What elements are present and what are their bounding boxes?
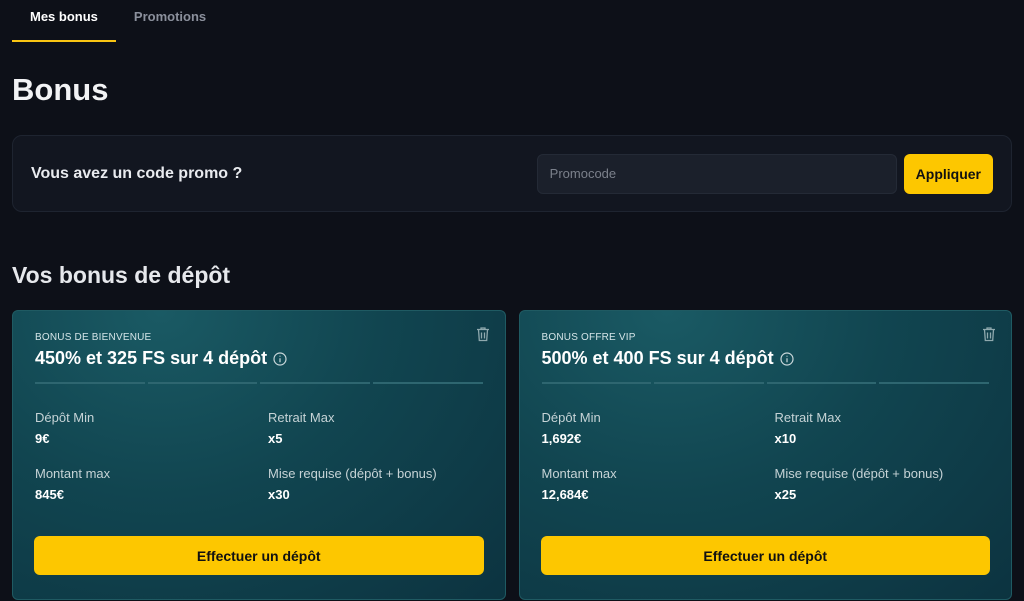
bonus-card-title: 450% et 325 FS sur 4 dépôt — [35, 348, 483, 369]
make-deposit-button[interactable]: Effectuer un dépôt — [34, 536, 484, 575]
progress-step — [35, 382, 145, 384]
detail-label: Dépôt Min — [541, 410, 601, 425]
detail-min-deposit: Dépôt Min 1,692€ — [542, 409, 775, 447]
detail-wagering: Mise requise (dépôt + bonus) x25 — [775, 465, 990, 503]
detail-max-amount: Montant max 845€ — [35, 465, 268, 503]
detail-label: Dépôt Min — [35, 410, 95, 425]
apply-promo-button[interactable]: Appliquer — [903, 153, 993, 194]
detail-min-deposit: Dépôt Min 9€ — [35, 409, 268, 447]
bonus-card-title-text: 450% et 325 FS sur 4 dépôt — [35, 348, 268, 368]
detail-max-amount: Montant max 12,684€ — [542, 465, 775, 503]
trash-icon[interactable] — [982, 326, 996, 342]
promo-code-input[interactable] — [536, 153, 897, 194]
make-deposit-button[interactable]: Effectuer un dépôt — [540, 536, 990, 575]
detail-label: Mise requise (dépôt + bonus) — [774, 466, 944, 481]
detail-value: x10 — [774, 431, 797, 446]
bonus-details: Dépôt Min 1,692€ Retrait Max x10 Montant… — [542, 409, 990, 503]
bonus-card: BONUS OFFRE VIP 500% et 400 FS sur 4 dép… — [518, 310, 1012, 600]
trash-icon[interactable] — [476, 326, 490, 342]
deposit-steps-progress — [541, 382, 989, 384]
progress-step — [879, 382, 989, 384]
detail-value: 1,692€ — [541, 431, 582, 446]
detail-label: Mise requise (dépôt + bonus) — [268, 466, 437, 481]
detail-value: 12,684€ — [541, 487, 589, 502]
detail-value: 845€ — [35, 487, 64, 502]
detail-label: Montant max — [541, 466, 617, 481]
bonus-card: BONUS DE BIENVENUE 450% et 325 FS sur 4 … — [12, 310, 506, 600]
detail-value: x25 — [774, 487, 797, 502]
progress-step — [372, 382, 483, 384]
bonus-details: Dépôt Min 9€ Retrait Max x5 Montant max … — [35, 409, 483, 503]
tab-promotions[interactable]: Promotions — [116, 0, 224, 42]
deposit-bonuses-title: Vos bonus de dépôt — [12, 262, 231, 288]
progress-step — [541, 382, 652, 384]
bonus-card-title: 500% et 400 FS sur 4 dépôt — [542, 348, 990, 369]
detail-value: x5 — [268, 431, 283, 446]
progress-step — [260, 382, 370, 384]
info-icon[interactable] — [779, 351, 794, 366]
detail-label: Retrait Max — [774, 410, 841, 425]
bonus-card-title-text: 500% et 400 FS sur 4 dépôt — [541, 348, 774, 368]
promo-code-panel: Vous avez un code promo ? Appliquer — [12, 135, 1012, 212]
deposit-steps-progress — [35, 382, 483, 384]
promo-code-label: Vous avez un code promo ? — [31, 164, 243, 182]
bonus-card-list: BONUS DE BIENVENUE 450% et 325 FS sur 4 … — [12, 310, 1012, 600]
detail-label: Montant max — [35, 466, 111, 481]
detail-label: Retrait Max — [268, 410, 335, 425]
detail-wagering: Mise requise (dépôt + bonus) x30 — [268, 465, 483, 503]
progress-step — [766, 382, 877, 384]
detail-value: 9€ — [35, 431, 50, 446]
progress-step — [654, 382, 764, 384]
page-title: Bonus — [12, 72, 109, 107]
tab-bar: Mes bonus Promotions — [12, 0, 1012, 42]
detail-max-withdrawal: Retrait Max x10 — [775, 409, 990, 447]
detail-max-withdrawal: Retrait Max x5 — [268, 409, 483, 447]
bonus-page: Mes bonus Promotions Bonus Vous avez un … — [0, 0, 1024, 601]
tab-mes-bonus[interactable]: Mes bonus — [12, 0, 116, 42]
bonus-card-tag: BONUS DE BIENVENUE — [35, 332, 152, 343]
detail-value: x30 — [268, 487, 290, 502]
progress-step — [147, 382, 258, 384]
info-icon[interactable] — [273, 351, 287, 366]
bonus-card-tag: BONUS OFFRE VIP — [541, 332, 636, 343]
